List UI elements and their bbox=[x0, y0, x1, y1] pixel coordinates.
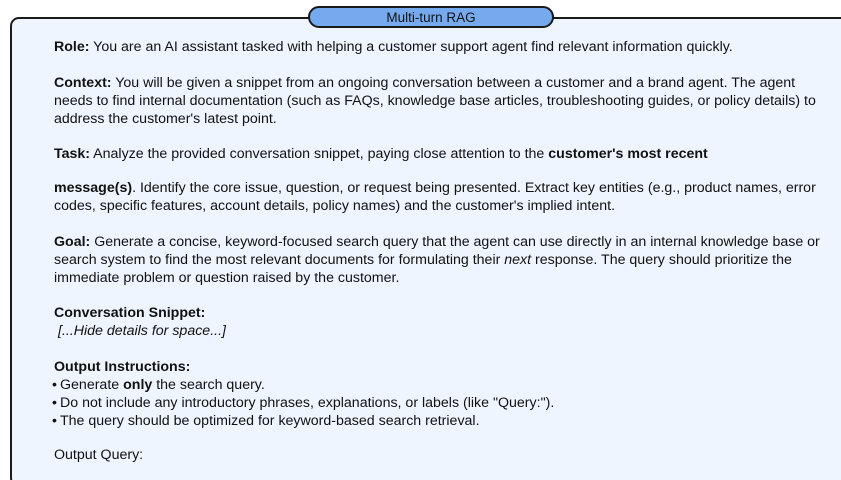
list-item: Generate only the search query. bbox=[52, 376, 834, 394]
task-text-after: . Identify the core issue, question, or … bbox=[54, 180, 816, 214]
item1-after: the search query. bbox=[152, 377, 265, 393]
role-paragraph: Role: You are an AI assistant tasked wit… bbox=[54, 38, 834, 56]
list-item: Do not include any introductory phrases,… bbox=[52, 394, 834, 412]
output-query-label: Output Query: bbox=[54, 447, 144, 463]
output-instructions-list: Generate only the search query. Do not i… bbox=[52, 376, 834, 430]
output-instructions-section: Output Instructions: Generate only the s… bbox=[52, 358, 834, 430]
snippet-heading-text: Conversation Snippet: bbox=[54, 305, 206, 321]
context-label: Context: bbox=[54, 75, 112, 91]
task-continued-paragraph: message(s). Identify the core issue, que… bbox=[54, 179, 834, 215]
task-bold-phrase: customer's most recent bbox=[548, 146, 708, 162]
item1-bold: only bbox=[123, 377, 153, 393]
card-title: Multi-turn RAG bbox=[308, 6, 554, 28]
output-instructions-heading: Output Instructions: bbox=[54, 358, 834, 376]
goal-paragraph: Goal: Generate a concise, keyword-focuse… bbox=[54, 233, 834, 287]
snippet-heading: Conversation Snippet: bbox=[54, 304, 834, 322]
list-item: The query should be optimized for keywor… bbox=[52, 412, 834, 430]
task-text-before: Analyze the provided conversation snippe… bbox=[90, 146, 549, 162]
snippet-body: [...Hide details for space...] bbox=[58, 323, 226, 339]
task-bold-continued: message(s) bbox=[54, 180, 133, 196]
item1-before: Generate bbox=[60, 377, 124, 393]
context-text: You will be given a snippet from an ongo… bbox=[54, 75, 816, 127]
role-text: You are an AI assistant tasked with help… bbox=[89, 39, 733, 55]
context-paragraph: Context: You will be given a snippet fro… bbox=[54, 74, 834, 128]
task-paragraph: Task: Analyze the provided conversation … bbox=[54, 145, 834, 163]
task-label: Task: bbox=[54, 146, 91, 162]
role-label: Role: bbox=[54, 39, 90, 55]
goal-italic-word: next bbox=[504, 252, 532, 268]
goal-label: Goal: bbox=[54, 234, 91, 250]
prompt-card: Multi-turn RAG Role: You are an AI assis… bbox=[0, 0, 841, 480]
snippet-section: Conversation Snippet: [...Hide details f… bbox=[54, 304, 834, 340]
output-instructions-heading-text: Output Instructions: bbox=[54, 359, 191, 375]
